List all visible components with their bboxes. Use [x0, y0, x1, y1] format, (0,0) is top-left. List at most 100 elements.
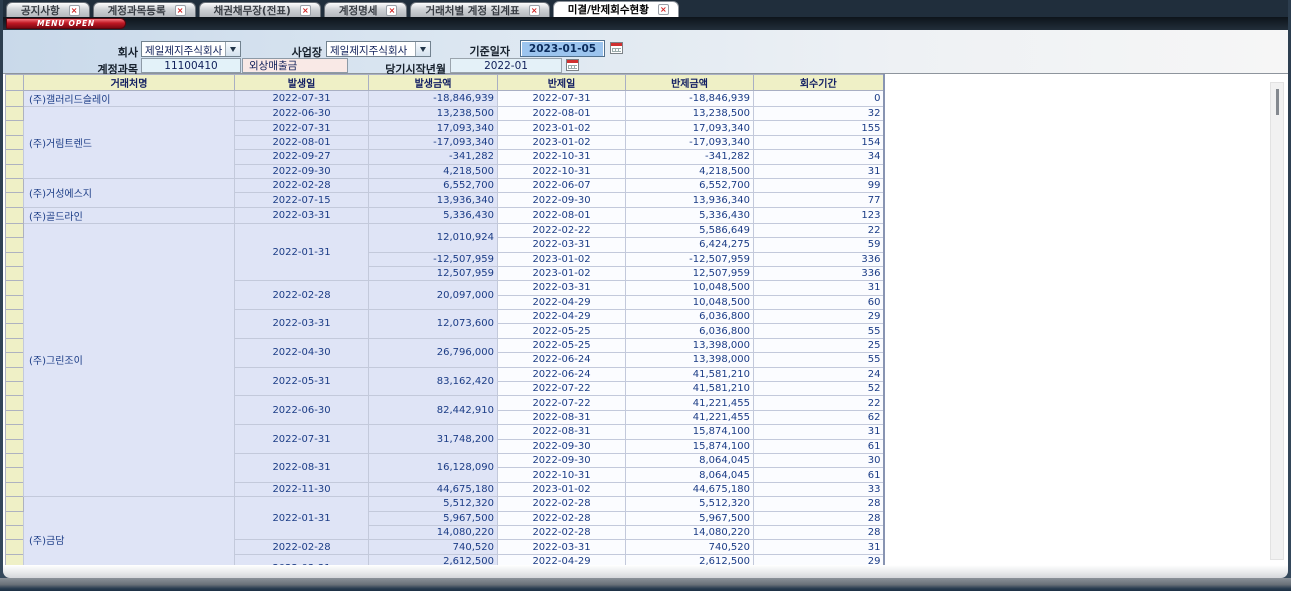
repayment-amount-cell[interactable]: 41,221,455 [626, 396, 754, 410]
repayment-amount-cell[interactable]: 4,218,500 [626, 164, 754, 178]
row-header-cell[interactable] [6, 540, 24, 554]
occurrence-date-cell[interactable]: 2022-03-31 [235, 207, 369, 223]
row-header-cell[interactable] [6, 107, 24, 121]
repayment-date-cell[interactable]: 2022-09-30 [498, 453, 626, 467]
repayment-amount-cell[interactable]: 13,238,500 [626, 107, 754, 121]
row-header-cell[interactable] [6, 482, 24, 496]
recovery-days-cell[interactable]: 336 [754, 266, 884, 280]
occurrence-date-cell[interactable]: 2022-09-27 [235, 150, 369, 164]
occurrence-amount-cell[interactable]: 82,442,910 [369, 396, 498, 425]
repayment-date-cell[interactable]: 2022-04-29 [498, 310, 626, 324]
repayment-date-cell[interactable]: 2022-03-31 [498, 238, 626, 252]
scrollbar-thumb[interactable] [1276, 89, 1279, 115]
recovery-days-cell[interactable]: 22 [754, 396, 884, 410]
repayment-date-cell[interactable]: 2023-01-02 [498, 482, 626, 496]
repayment-date-cell[interactable]: 2022-08-31 [498, 410, 626, 424]
repayment-date-cell[interactable]: 2022-09-30 [498, 439, 626, 453]
column-header[interactable]: 거래처명 [24, 75, 235, 91]
row-header-cell[interactable] [6, 439, 24, 453]
occurrence-amount-cell[interactable]: 12,010,924 [369, 223, 498, 252]
repayment-date-cell[interactable]: 2022-09-30 [498, 193, 626, 207]
repayment-amount-cell[interactable]: 8,064,045 [626, 453, 754, 467]
column-header[interactable]: 발생금액 [369, 75, 498, 91]
table-row[interactable]: (주)금담2022-01-315,512,3202022-02-285,512,… [6, 497, 884, 511]
repayment-date-cell[interactable]: 2022-10-31 [498, 150, 626, 164]
repayment-date-cell[interactable]: 2022-02-28 [498, 511, 626, 525]
repayment-amount-cell[interactable]: 15,874,100 [626, 425, 754, 439]
tab-close-icon[interactable]: × [529, 5, 540, 16]
recovery-days-cell[interactable]: 29 [754, 554, 884, 565]
tab-close-icon[interactable]: × [175, 5, 186, 16]
menu-open-button[interactable]: MENU OPEN [6, 18, 126, 29]
row-header-cell[interactable] [6, 91, 24, 107]
repayment-amount-cell[interactable]: 41,581,210 [626, 382, 754, 396]
occurrence-amount-cell[interactable]: -17,093,340 [369, 135, 498, 149]
vendor-cell[interactable]: (주)골드라인 [24, 207, 235, 223]
repayment-date-cell[interactable]: 2022-06-24 [498, 353, 626, 367]
occurrence-amount-cell[interactable]: 14,080,220 [369, 525, 498, 539]
row-header-cell[interactable] [6, 266, 24, 280]
occurrence-amount-cell[interactable]: -12,507,959 [369, 252, 498, 266]
repayment-amount-cell[interactable]: 740,520 [626, 540, 754, 554]
repayment-amount-cell[interactable]: -17,093,340 [626, 135, 754, 149]
table-row[interactable]: (주)골드라인2022-03-315,336,4302022-08-015,33… [6, 207, 884, 223]
repayment-date-cell[interactable]: 2022-07-22 [498, 382, 626, 396]
repayment-amount-cell[interactable]: 8,064,045 [626, 468, 754, 482]
recovery-days-cell[interactable]: 0 [754, 91, 884, 107]
recovery-days-cell[interactable]: 28 [754, 525, 884, 539]
row-header-cell[interactable] [6, 338, 24, 352]
occurrence-amount-cell[interactable]: 5,336,430 [369, 207, 498, 223]
tab-5[interactable]: 거래처별 계정 집계표× [410, 2, 549, 17]
recovery-days-cell[interactable]: 28 [754, 497, 884, 511]
occurrence-date-cell[interactable]: 2022-01-31 [235, 223, 369, 281]
row-header-cell[interactable] [6, 525, 24, 539]
repayment-date-cell[interactable]: 2022-02-28 [498, 497, 626, 511]
repayment-date-cell[interactable]: 2022-05-25 [498, 324, 626, 338]
repayment-amount-cell[interactable]: 15,874,100 [626, 439, 754, 453]
occurrence-date-cell[interactable]: 2022-08-31 [235, 453, 369, 482]
repayment-date-cell[interactable]: 2022-08-01 [498, 107, 626, 121]
recovery-days-cell[interactable]: 34 [754, 150, 884, 164]
row-header-cell[interactable] [6, 310, 24, 324]
repayment-date-cell[interactable]: 2022-10-31 [498, 468, 626, 482]
row-header-cell[interactable] [6, 453, 24, 467]
row-header-cell[interactable] [6, 367, 24, 381]
repayment-amount-cell[interactable]: 44,675,180 [626, 482, 754, 496]
repayment-amount-cell[interactable]: 5,586,649 [626, 223, 754, 237]
repayment-amount-cell[interactable]: 5,512,320 [626, 497, 754, 511]
row-header-cell[interactable] [6, 511, 24, 525]
occurrence-date-cell[interactable]: 2022-06-30 [235, 107, 369, 121]
repayment-date-cell[interactable]: 2022-06-07 [498, 178, 626, 192]
recovery-days-cell[interactable]: 24 [754, 367, 884, 381]
recovery-days-cell[interactable]: 25 [754, 338, 884, 352]
table-row[interactable]: (주)거림트렌드2022-06-3013,238,5002022-08-0113… [6, 107, 884, 121]
repayment-date-cell[interactable]: 2022-02-28 [498, 525, 626, 539]
tab-2[interactable]: 계정과목등록× [93, 2, 196, 17]
recovery-days-cell[interactable]: 154 [754, 135, 884, 149]
repayment-amount-cell[interactable]: 6,036,800 [626, 310, 754, 324]
company-select[interactable]: 제일제지주식회사 [141, 41, 241, 57]
recovery-days-cell[interactable]: 31 [754, 425, 884, 439]
occurrence-date-cell[interactable]: 2022-02-28 [235, 281, 369, 310]
recovery-days-cell[interactable]: 155 [754, 121, 884, 135]
vendor-cell[interactable]: (주)금담 [24, 497, 235, 565]
tab-close-icon[interactable]: × [658, 4, 669, 15]
row-header-cell[interactable] [6, 252, 24, 266]
recovery-days-cell[interactable]: 52 [754, 382, 884, 396]
recovery-days-cell[interactable]: 32 [754, 107, 884, 121]
vendor-cell[interactable]: (주)그린조이 [24, 223, 235, 496]
occurrence-date-cell[interactable]: 2022-09-30 [235, 164, 369, 178]
recovery-days-cell[interactable]: 59 [754, 238, 884, 252]
recovery-days-cell[interactable]: 55 [754, 353, 884, 367]
occurrence-date-cell[interactable]: 2022-07-31 [235, 91, 369, 107]
row-header-cell[interactable] [6, 238, 24, 252]
repayment-date-cell[interactable]: 2022-04-29 [498, 554, 626, 565]
occurrence-amount-cell[interactable]: 17,093,340 [369, 121, 498, 135]
occurrence-amount-cell[interactable]: 31,748,200 [369, 425, 498, 454]
row-header-cell[interactable] [6, 193, 24, 207]
recovery-days-cell[interactable]: 29 [754, 310, 884, 324]
recovery-days-cell[interactable]: 77 [754, 193, 884, 207]
repayment-amount-cell[interactable]: 5,967,500 [626, 511, 754, 525]
occurrence-amount-cell[interactable]: -18,846,939 [369, 91, 498, 107]
occurrence-date-cell[interactable]: 2022-07-31 [235, 121, 369, 135]
